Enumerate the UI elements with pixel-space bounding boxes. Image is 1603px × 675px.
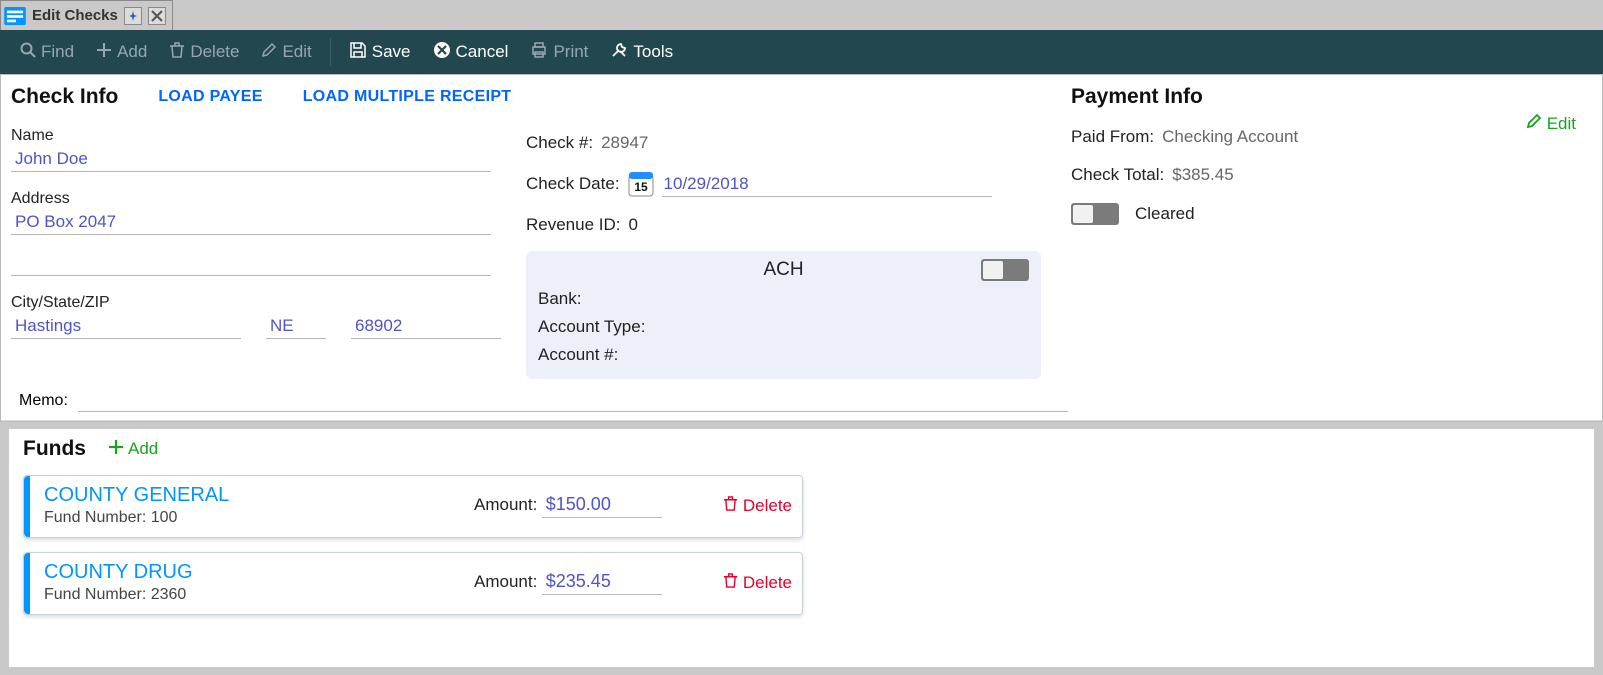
fund-number: Fund Number: 100 (44, 509, 474, 527)
check-panel: Check Info LOAD PAYEE LOAD MULTIPLE RECE… (0, 74, 1603, 422)
funds-panel: Funds Add COUNTY GENERAL Fund Number: 100… (8, 428, 1595, 668)
pin-icon[interactable] (124, 7, 142, 25)
print-button[interactable]: Print (520, 35, 598, 70)
fund-amount-label: Amount: (474, 572, 537, 591)
find-label: Find (41, 42, 74, 62)
trash-icon (723, 573, 738, 593)
check-num-label: Check #: (526, 133, 593, 153)
save-icon (349, 41, 367, 64)
check-info-title: Check Info (11, 85, 118, 109)
payment-edit-link[interactable]: Edit (1526, 113, 1576, 134)
address1-input[interactable] (11, 208, 491, 235)
paid-from-value: Checking Account (1162, 127, 1298, 147)
save-button[interactable]: Save (339, 35, 421, 70)
tools-icon (610, 41, 628, 64)
address2-input[interactable] (11, 249, 491, 276)
toolbar-separator (330, 38, 331, 66)
main-toolbar: Find Add Delete Edit Save Cancel Print T… (0, 30, 1603, 74)
fund-card[interactable]: COUNTY DRUG Fund Number: 2360Amount: $235… (23, 552, 803, 615)
payment-info-title: Payment Info (1071, 85, 1586, 109)
memo-input[interactable] (78, 389, 1068, 412)
check-info-column: Check Info LOAD PAYEE LOAD MULTIPLE RECE… (11, 85, 526, 379)
zip-input[interactable] (351, 312, 501, 339)
account-num-label: Account #: (538, 345, 618, 364)
payment-info-column: Payment Info Edit Paid From: Checking Ac… (1041, 85, 1586, 379)
tools-label: Tools (633, 42, 673, 62)
account-type-label: Account Type: (538, 317, 645, 336)
tools-button[interactable]: Tools (600, 35, 683, 70)
fund-name[interactable]: COUNTY GENERAL (44, 484, 474, 507)
plus-icon (108, 439, 124, 460)
cancel-icon (433, 41, 451, 64)
check-date-label: Check Date: (526, 174, 620, 194)
search-icon (20, 42, 36, 63)
load-payee-link[interactable]: LOAD PAYEE (158, 88, 262, 106)
ach-title: ACH (763, 259, 803, 280)
fund-amount-label: Amount: (474, 495, 537, 514)
funds-title: Funds (23, 437, 86, 461)
window-tab-bar: Edit Checks (0, 0, 1603, 30)
check-num-value: 28947 (601, 133, 648, 153)
cleared-toggle[interactable] (1071, 203, 1119, 225)
check-total-value: $385.45 (1172, 165, 1233, 185)
load-multiple-receipt-link[interactable]: LOAD MULTIPLE RECEIPT (303, 88, 512, 106)
fund-number: Fund Number: 2360 (44, 586, 474, 604)
fund-name[interactable]: COUNTY DRUG (44, 561, 474, 584)
find-button[interactable]: Find (10, 36, 84, 69)
city-input[interactable] (11, 312, 241, 339)
add-fund-button[interactable]: Add (108, 439, 158, 460)
memo-row: Memo: (1, 385, 1602, 421)
check-total-label: Check Total: (1071, 165, 1164, 185)
calendar-icon[interactable]: 15 (628, 171, 654, 197)
pencil-icon (261, 42, 277, 63)
edit-button[interactable]: Edit (251, 36, 321, 69)
close-icon[interactable] (148, 7, 166, 25)
fund-delete-button[interactable]: Delete (723, 573, 792, 593)
paid-from-label: Paid From: (1071, 127, 1154, 147)
fund-card[interactable]: COUNTY GENERAL Fund Number: 100Amount: $1… (23, 475, 803, 538)
trash-icon (169, 42, 185, 63)
add-label: Add (117, 42, 147, 62)
print-label: Print (553, 42, 588, 62)
trash-icon (723, 496, 738, 516)
svg-text:15: 15 (634, 180, 648, 194)
fund-delete-label: Delete (743, 573, 792, 593)
check-window-icon (4, 7, 26, 25)
pencil-icon (1526, 113, 1542, 134)
name-input[interactable] (11, 145, 491, 172)
fund-delete-button[interactable]: Delete (723, 496, 792, 516)
edit-label: Edit (282, 42, 311, 62)
csz-label: City/State/ZIP (11, 294, 526, 312)
ach-toggle[interactable] (981, 259, 1029, 281)
cleared-label: Cleared (1135, 204, 1195, 224)
state-input[interactable] (266, 312, 326, 339)
bank-label: Bank: (538, 289, 581, 308)
memo-label: Memo: (19, 392, 68, 410)
plus-icon (96, 42, 112, 63)
fund-amount-input[interactable]: $150.00 (542, 494, 662, 518)
payment-edit-label: Edit (1547, 114, 1576, 134)
print-icon (530, 41, 548, 64)
revenue-id-value: 0 (629, 215, 638, 235)
cancel-label: Cancel (456, 42, 509, 62)
check-meta-column: Check #: 28947 Check Date: 15 10/29/2018… (526, 85, 1041, 379)
fund-amount-input[interactable]: $235.45 (542, 571, 662, 595)
revenue-id-label: Revenue ID: (526, 215, 621, 235)
address-label: Address (11, 190, 526, 208)
ach-panel: ACH Bank: Account Type: Account #: (526, 251, 1041, 379)
fund-delete-label: Delete (743, 496, 792, 516)
save-label: Save (372, 42, 411, 62)
delete-label: Delete (190, 42, 239, 62)
delete-button[interactable]: Delete (159, 36, 249, 69)
name-label: Name (11, 127, 526, 145)
window-tab[interactable]: Edit Checks (0, 0, 173, 30)
add-fund-label: Add (128, 439, 158, 459)
check-date-input[interactable]: 10/29/2018 (662, 172, 992, 197)
cancel-button[interactable]: Cancel (423, 35, 519, 70)
add-button[interactable]: Add (86, 36, 157, 69)
window-tab-title: Edit Checks (32, 7, 118, 24)
